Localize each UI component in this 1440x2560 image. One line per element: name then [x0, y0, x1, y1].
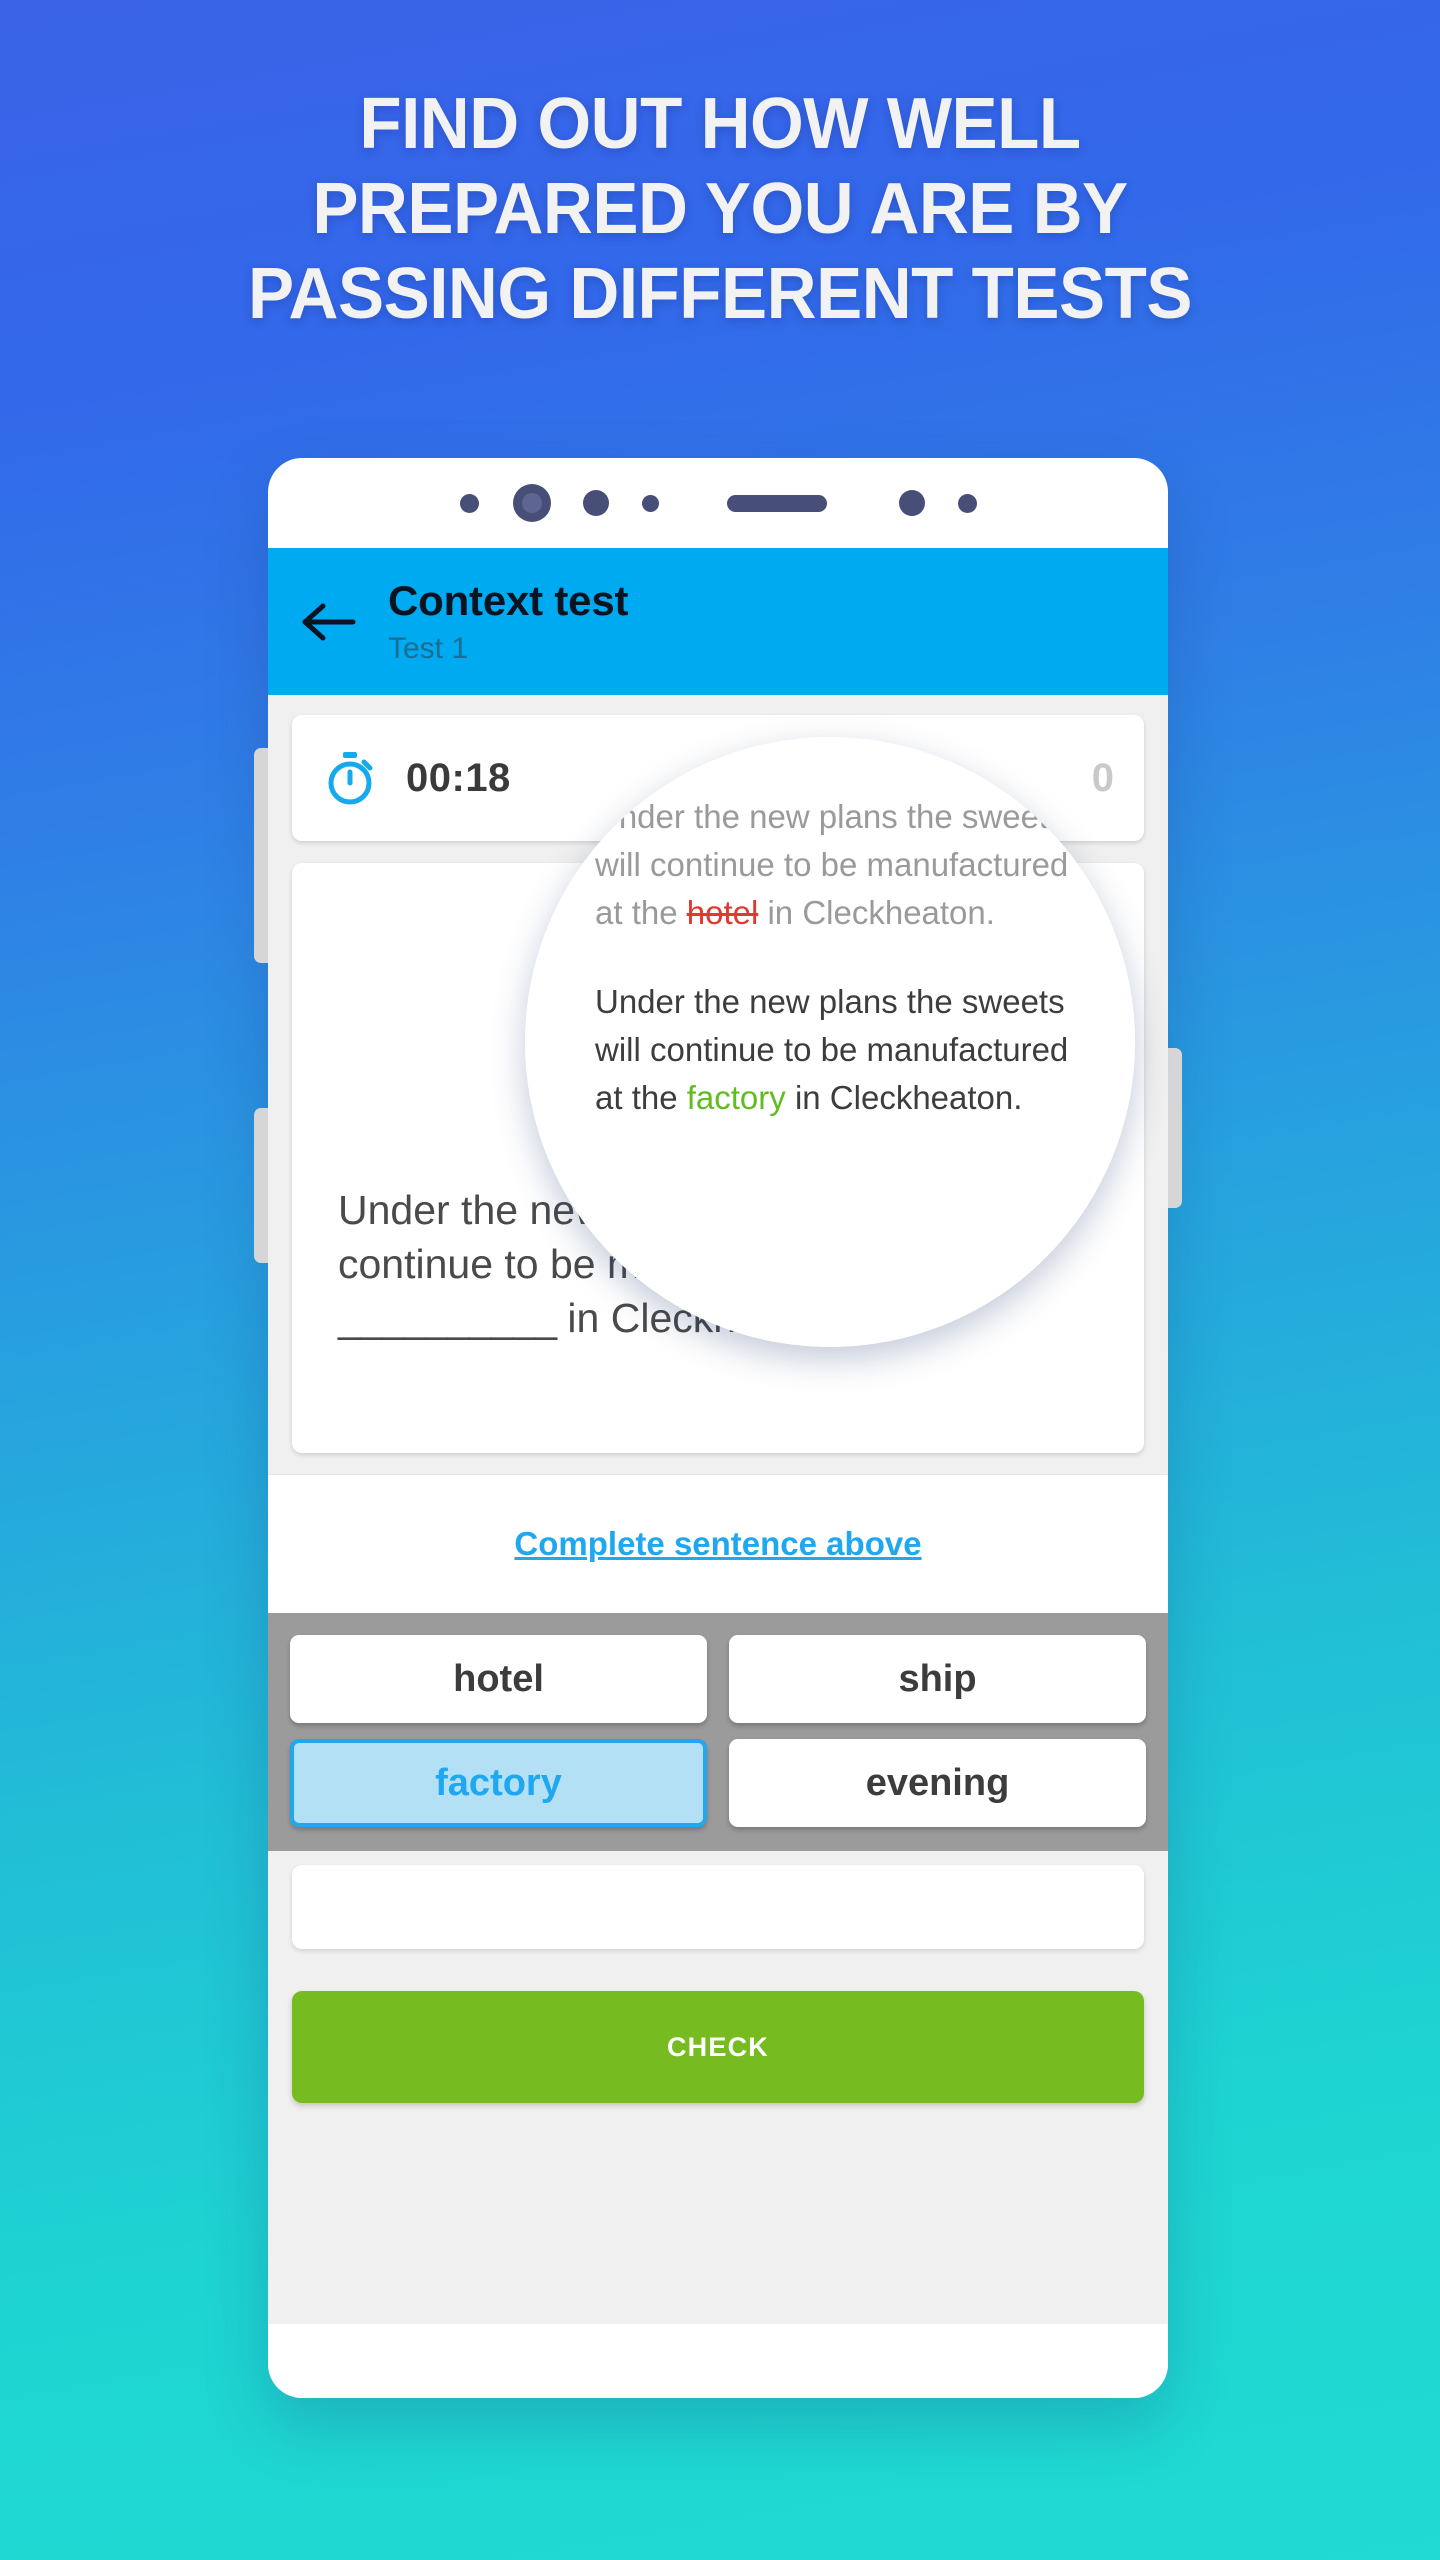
answer-option-ship[interactable]: ship	[729, 1635, 1146, 1723]
magnified-wrong-word: hotel	[686, 894, 759, 932]
app-bar-titles: Context test Test 1	[388, 576, 629, 666]
sensor-dot-icon	[898, 490, 925, 516]
answer-option-factory[interactable]: factory	[290, 1739, 707, 1827]
headline-line-2: PREPARED YOU ARE BY	[312, 168, 1128, 249]
stopwatch-icon	[328, 752, 373, 805]
answer-input[interactable]	[292, 1865, 1144, 1949]
arrow-left-icon	[302, 603, 356, 640]
answer-option-evening[interactable]: evening	[729, 1739, 1146, 1827]
earpiece-speaker-icon	[726, 494, 827, 512]
timer-value: 00:18	[406, 755, 511, 800]
complete-sentence-strip: Complete sentence above	[268, 1475, 1168, 1613]
magnified-correct-word: factory	[686, 1078, 786, 1116]
front-camera-icon	[512, 484, 551, 522]
magnified-wrong-sentence: Under the new plans the sweets will cont…	[595, 793, 1095, 938]
question-blank: __________	[338, 1295, 557, 1342]
phone-bottom-bezel	[268, 2324, 1168, 2398]
answer-options-tray: hotel ship factory evening	[268, 1613, 1168, 1851]
headline-line-1: FIND OUT HOW WELL	[359, 84, 1081, 164]
sensor-dot-icon	[957, 493, 977, 513]
phone-mockup: Context test Test 1 00:18 0 Under the ne	[254, 458, 1182, 2398]
magnified-correct-after: in Cleckheaton.	[785, 1078, 1023, 1116]
app-bar-title: Context test	[388, 576, 629, 624]
bottom-area: CHECK	[268, 1865, 1168, 2139]
phone-power-button[interactable]	[1166, 1048, 1182, 1208]
headline-line-3: PASSING DIFFERENT TESTS	[248, 253, 1192, 334]
magnified-correct-sentence: Under the new plans the sweets will cont…	[595, 978, 1095, 1123]
proximity-sensor-icon	[582, 490, 609, 516]
check-button[interactable]: CHECK	[292, 1991, 1144, 2103]
magnifier-overlay: Under the new plans the sweets will cont…	[525, 737, 1135, 1347]
magnified-wrong-after: in Cleckheaton.	[758, 894, 995, 932]
timer-counter: 0	[1091, 755, 1114, 800]
page-title: FIND OUT HOW WELL PREPARED YOU ARE BY PA…	[29, 82, 1411, 337]
back-button[interactable]	[292, 585, 366, 659]
phone-sensor-row	[268, 458, 1168, 548]
magnifier-content: Under the new plans the sweets will cont…	[595, 793, 1095, 1122]
app-bar: Context test Test 1	[268, 548, 1168, 695]
complete-sentence-link[interactable]: Complete sentence above	[514, 1525, 921, 1563]
answer-option-hotel[interactable]: hotel	[290, 1635, 707, 1723]
sensor-dot-icon	[459, 493, 479, 513]
promo-screenshot: FIND OUT HOW WELL PREPARED YOU ARE BY PA…	[0, 0, 1440, 2560]
app-bar-subtitle: Test 1	[388, 632, 469, 666]
light-sensor-icon	[641, 494, 659, 512]
